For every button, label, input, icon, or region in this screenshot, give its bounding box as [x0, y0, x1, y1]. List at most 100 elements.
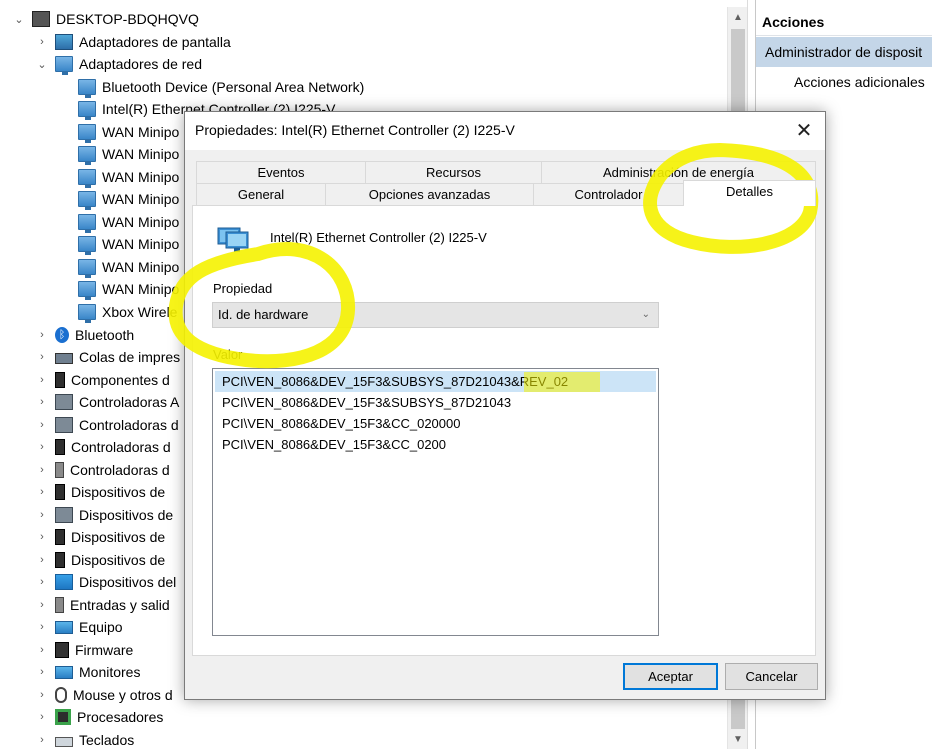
expand-chevron-icon[interactable]: ›	[35, 351, 49, 363]
tree-item-adaptadores-pantalla[interactable]: › Adaptadores de pantalla	[35, 31, 231, 53]
expand-chevron-icon[interactable]: ›	[35, 329, 49, 341]
expand-chevron-icon[interactable]: ›	[35, 419, 49, 431]
tree-item-network-device[interactable]: Xbox Wirele	[72, 301, 177, 323]
tree-item-category[interactable]: › Controladoras d	[35, 459, 170, 481]
tree-item-category[interactable]: › Monitores	[35, 661, 140, 683]
expand-chevron-icon[interactable]: ›	[35, 711, 49, 723]
property-label: Propiedad	[213, 281, 273, 296]
tree-item-category[interactable]: › Controladoras d	[35, 436, 171, 458]
tree-item-category[interactable]: › Dispositivos del	[35, 571, 176, 593]
accept-button[interactable]: Aceptar	[623, 663, 718, 690]
expand-chevron-icon[interactable]: ›	[35, 554, 49, 566]
property-select-value: Id. de hardware	[218, 307, 309, 322]
tree-item-label: Componentes d	[71, 372, 170, 388]
close-icon[interactable]: ✕	[789, 116, 819, 146]
expand-chevron-icon[interactable]: ›	[35, 464, 49, 476]
computer-icon	[32, 11, 50, 27]
monitor-icon	[55, 665, 73, 679]
system-folder-icon	[55, 574, 73, 590]
tab-detalles[interactable]: Detalles	[683, 180, 816, 206]
tree-item-network-device[interactable]: WAN Minipo	[72, 143, 179, 165]
value-row[interactable]: PCI\VEN_8086&DEV_15F3&CC_0200	[215, 434, 656, 455]
usb-device-icon	[55, 484, 65, 500]
processor-icon	[55, 709, 71, 725]
tree-item-category[interactable]: › Mouse y otros d	[35, 684, 173, 706]
expand-chevron-icon[interactable]: ›	[35, 599, 49, 611]
expand-chevron-icon[interactable]: ›	[35, 621, 49, 633]
tree-item-label: WAN Minipo	[102, 169, 180, 185]
tree-item-network-device[interactable]: WAN Minipo	[72, 233, 179, 255]
tree-item-label: Controladoras d	[71, 439, 171, 455]
cancel-button[interactable]: Cancelar	[725, 663, 818, 690]
collapse-chevron-icon[interactable]: ⌄	[35, 58, 49, 71]
network-adapter-icon	[78, 304, 96, 323]
tree-item-bluetooth[interactable]: › ᛒ Bluetooth	[35, 324, 134, 346]
tree-item-category[interactable]: › Equipo	[35, 616, 122, 638]
value-row[interactable]: PCI\VEN_8086&DEV_15F3&SUBSYS_87D21043	[215, 392, 656, 413]
expand-chevron-icon[interactable]: ›	[35, 396, 49, 408]
value-row[interactable]: PCI\VEN_8086&DEV_15F3&CC_020000	[215, 413, 656, 434]
tree-item-label: Adaptadores de pantalla	[79, 34, 231, 50]
tab-eventos[interactable]: Eventos	[196, 161, 366, 183]
tree-item-label: Controladoras d	[79, 417, 179, 433]
firmware-icon	[55, 642, 69, 658]
expand-chevron-icon[interactable]: ›	[35, 734, 49, 746]
network-adapter-icon	[78, 259, 96, 278]
tree-item-category[interactable]: › Firmware	[35, 639, 133, 661]
computer-icon	[55, 620, 73, 634]
collapse-chevron-icon[interactable]: ⌄	[12, 13, 26, 26]
scroll-down-arrow-icon[interactable]: ▼	[728, 731, 747, 749]
expand-chevron-icon[interactable]: ›	[35, 666, 49, 678]
tree-item-category[interactable]: › Dispositivos de	[35, 504, 173, 526]
value-list[interactable]: PCI\VEN_8086&DEV_15F3&SUBSYS_87D21043&RE…	[212, 368, 659, 636]
tab-recursos[interactable]: Recursos	[365, 161, 542, 183]
tree-item-category[interactable]: › Dispositivos de	[35, 481, 165, 503]
expand-chevron-icon[interactable]: ›	[35, 441, 49, 453]
tree-item-adaptadores-red[interactable]: ⌄ Adaptadores de red	[35, 53, 202, 75]
expand-chevron-icon[interactable]: ›	[35, 509, 49, 521]
tab-controlador[interactable]: Controlador	[533, 183, 684, 205]
tree-item-network-device[interactable]: WAN Minipo	[72, 256, 179, 278]
tree-item-network-device[interactable]: WAN Minipo	[72, 121, 179, 143]
tree-item-category[interactable]: › Controladoras A	[35, 391, 179, 413]
expand-chevron-icon[interactable]: ›	[35, 531, 49, 543]
tree-item-category[interactable]: › Entradas y salid	[35, 594, 170, 616]
tree-item-network-device[interactable]: WAN Minipo	[72, 166, 179, 188]
actions-additional-item[interactable]: Acciones adicionales	[794, 70, 925, 94]
expand-chevron-icon[interactable]: ›	[35, 486, 49, 498]
property-select[interactable]: Id. de hardware ⌄	[212, 302, 659, 328]
tree-item-label: Dispositivos de	[79, 507, 174, 523]
tab-opciones-avanzadas[interactable]: Opciones avanzadas	[325, 183, 534, 205]
tree-item-label: Bluetooth Device (Personal Area Network)	[102, 79, 365, 95]
tree-item-label: Entradas y salid	[70, 597, 170, 613]
storage-controller-icon	[55, 394, 73, 410]
tree-item-label: WAN Minipo	[102, 146, 180, 162]
tree-item-category[interactable]: › Teclados	[35, 729, 134, 749]
tree-root[interactable]: ⌄ DESKTOP-BDQHQVQ	[12, 8, 199, 30]
tree-item-network-device[interactable]: WAN Minipo	[72, 188, 179, 210]
expand-chevron-icon[interactable]: ›	[35, 36, 49, 48]
dialog-title: Propiedades: Intel(R) Ethernet Controlle…	[195, 122, 515, 138]
value-row[interactable]: PCI\VEN_8086&DEV_15F3&SUBSYS_87D21043&RE…	[215, 371, 656, 392]
expand-chevron-icon[interactable]: ›	[35, 576, 49, 588]
tree-item-network-device[interactable]: WAN Minipo	[72, 211, 179, 233]
tree-item-category[interactable]: › Controladoras d	[35, 414, 179, 436]
dialog-titlebar[interactable]: Propiedades: Intel(R) Ethernet Controlle…	[185, 112, 825, 150]
tree-item-network-device[interactable]: WAN Minipo	[72, 278, 179, 300]
keyboard-icon	[55, 736, 73, 747]
tree-item-category[interactable]: › Dispositivos de	[35, 526, 165, 548]
tree-item-category[interactable]: › Componentes d	[35, 369, 170, 391]
expand-chevron-icon[interactable]: ›	[35, 374, 49, 386]
tree-item-label: Dispositivos de	[71, 529, 166, 545]
actions-device-manager-item[interactable]: Administrador de disposit	[756, 37, 932, 67]
tree-item-category[interactable]: › Procesadores	[35, 706, 163, 728]
properties-dialog: Propiedades: Intel(R) Ethernet Controlle…	[184, 111, 826, 700]
tab-general[interactable]: General	[196, 183, 326, 205]
expand-chevron-icon[interactable]: ›	[35, 644, 49, 656]
tree-item-category[interactable]: › Dispositivos de	[35, 549, 165, 571]
scroll-up-arrow-icon[interactable]: ▲	[728, 9, 747, 27]
tree-item-category[interactable]: › Colas de impres	[35, 346, 180, 368]
tree-item-network-device[interactable]: Bluetooth Device (Personal Area Network)	[72, 76, 364, 98]
actions-title: Acciones	[756, 8, 932, 36]
expand-chevron-icon[interactable]: ›	[35, 689, 49, 701]
